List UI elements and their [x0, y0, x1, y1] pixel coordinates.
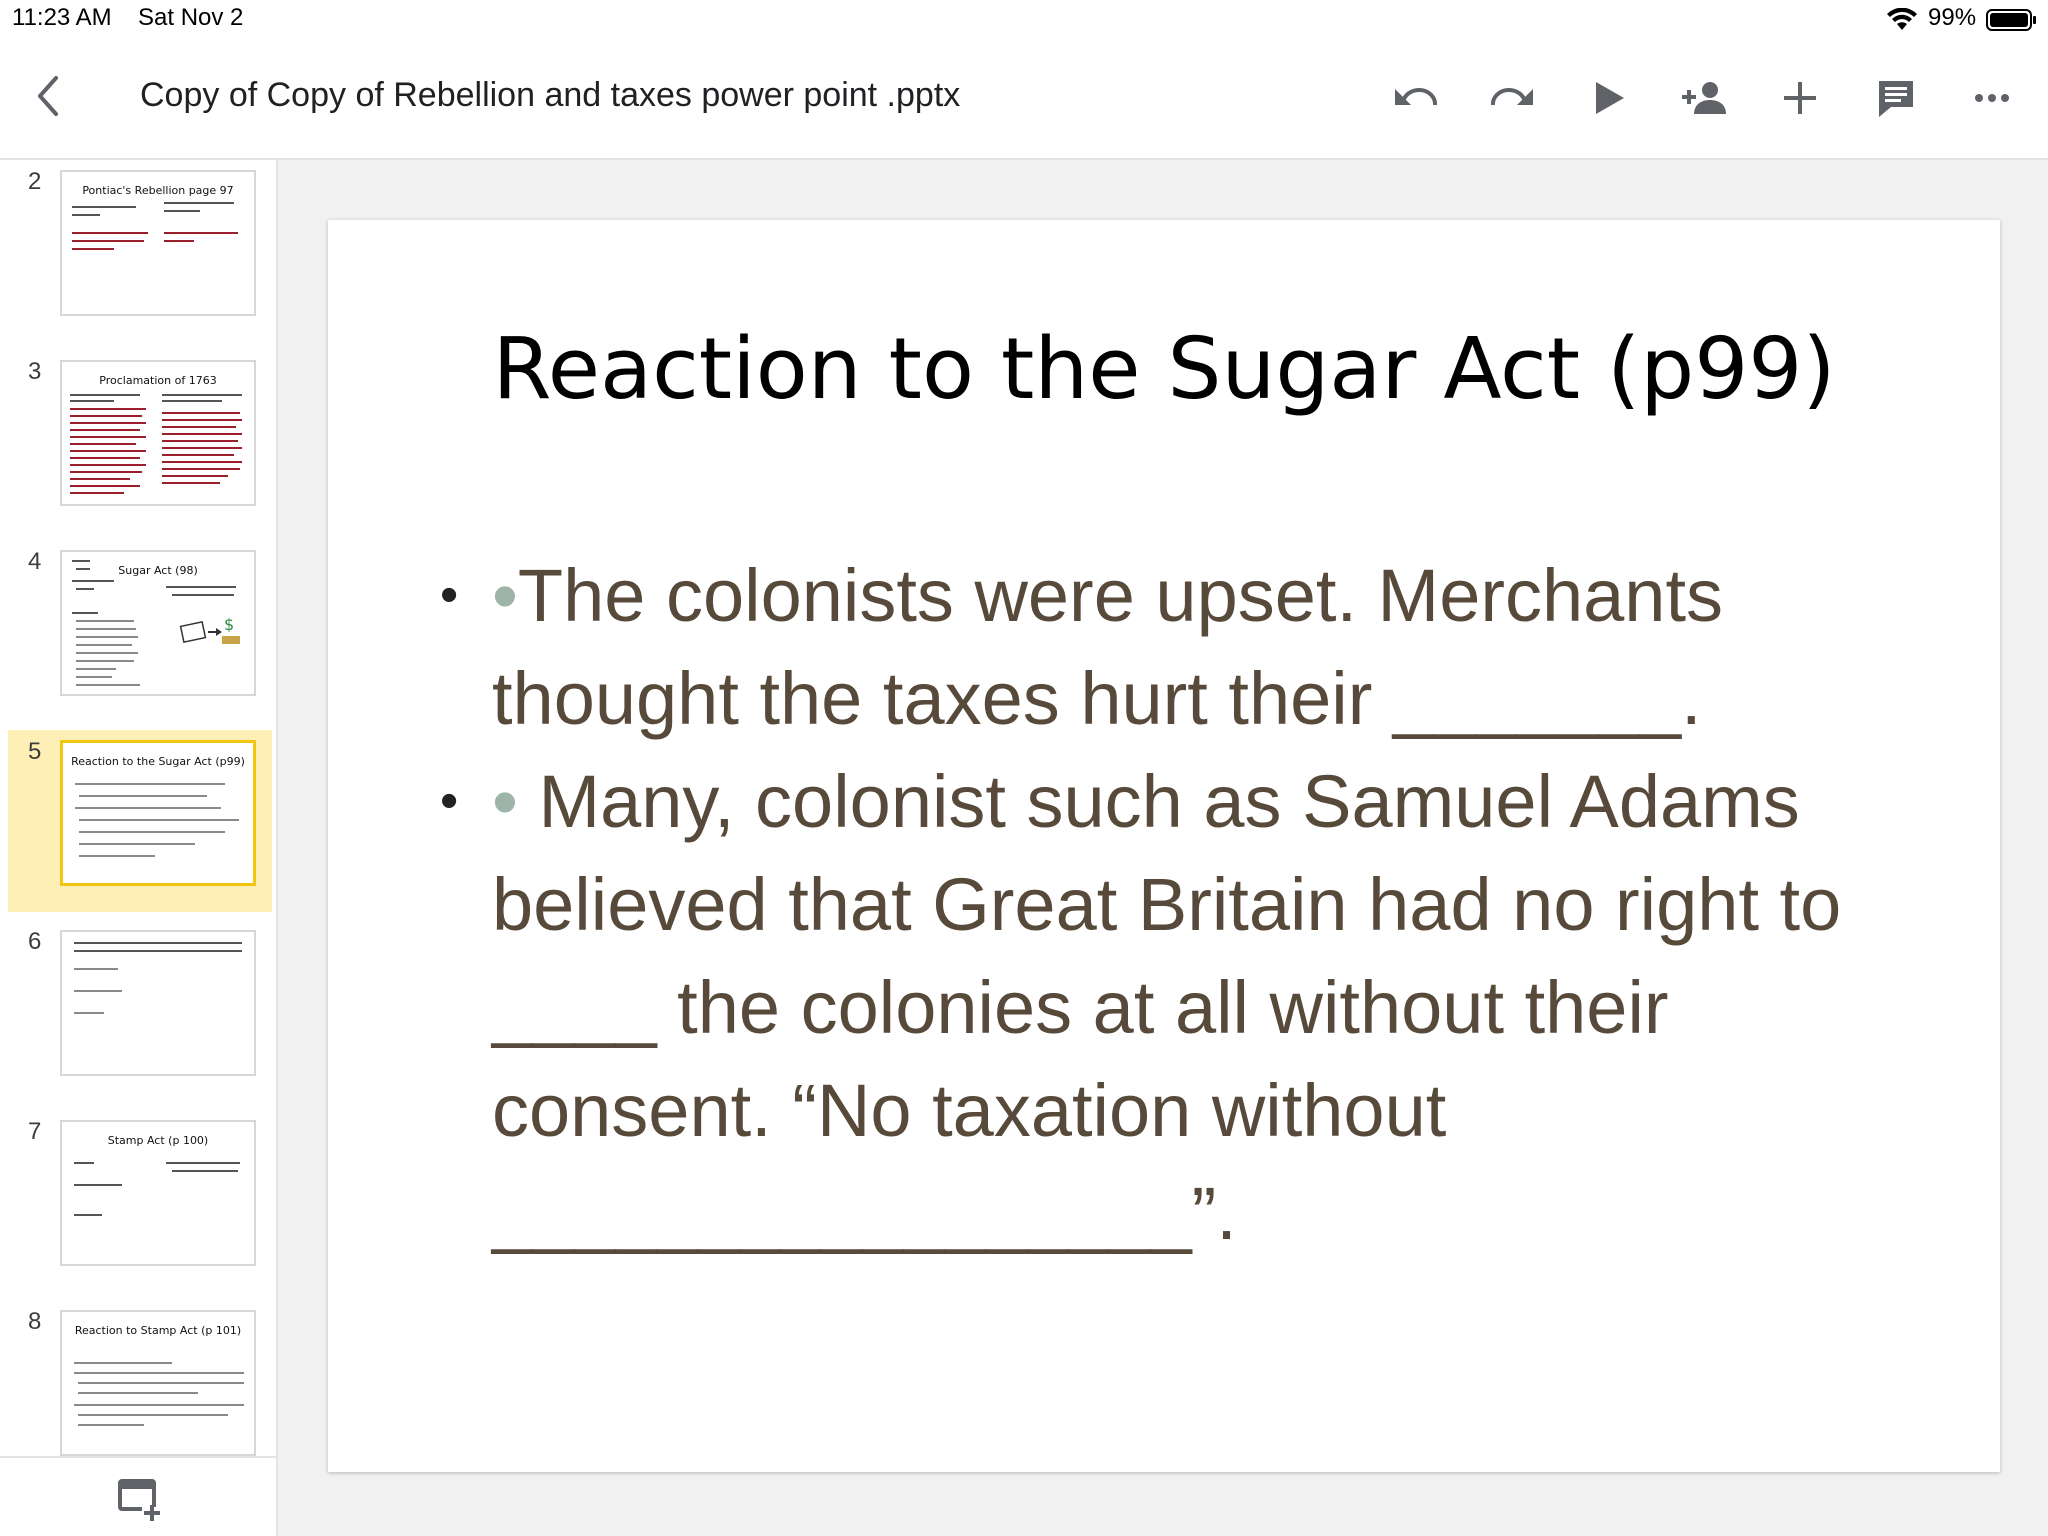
slide-preview: Pontiac's Rebellion page 97 [60, 170, 256, 316]
toolbar: Copy of Copy of Rebellion and taxes powe… [0, 40, 2048, 160]
money-bag-icon: $ [178, 614, 244, 653]
slide-number: 7 [28, 1118, 42, 1145]
bullet-dot: • [440, 566, 459, 624]
bullet-line: thought the taxes hurt their _______. [492, 657, 1702, 740]
slide-thumbnail-2[interactable]: 2 Pontiac's Rebellion page 97 [8, 160, 272, 342]
slide-number: 8 [28, 1308, 42, 1335]
share-button[interactable] [1676, 70, 1732, 126]
bullet-line: _________________”. [492, 1172, 1237, 1255]
slide-preview [60, 930, 256, 1076]
present-play-icon [1596, 82, 1624, 114]
slide-bullet-1[interactable]: • •The colonists were upset. Merchants t… [440, 544, 1942, 750]
slide-preview-title: Sugar Act (98) [118, 564, 198, 577]
back-button[interactable] [22, 70, 74, 122]
share-add-person-icon [1682, 82, 1726, 114]
bullet-line: consent. “No taxation without [492, 1069, 1447, 1152]
current-slide[interactable]: Reaction to the Sugar Act (p99) • •The c… [328, 220, 2000, 1472]
back-icon [38, 76, 58, 116]
status-date: Sat Nov 2 [138, 4, 244, 31]
redo-icon [1490, 88, 1533, 106]
slide-thumbnail-7[interactable]: 7 Stamp Act (p 100) [8, 1110, 272, 1292]
slide-preview: Proclamation of 1763 [60, 360, 256, 506]
slide-thumbnail-5[interactable]: 5 Reaction to the Sugar Act (p99) [8, 730, 272, 912]
undo-icon [1395, 88, 1438, 106]
slide-title[interactable]: Reaction to the Sugar Act (p99) [328, 320, 2000, 419]
slide-preview-title: Reaction to Stamp Act (p 101) [74, 1324, 242, 1337]
battery-icon [1986, 8, 2038, 37]
document-title[interactable]: Copy of Copy of Rebellion and taxes powe… [140, 76, 960, 115]
add-slide-icon [118, 1479, 162, 1521]
slide-number: 2 [28, 168, 42, 195]
slide-number: 5 [28, 738, 42, 765]
bullet-inner-dot: • [492, 760, 518, 843]
comment-button[interactable] [1868, 70, 1924, 126]
bullet-inner-dot: • [492, 554, 518, 637]
sidebar-footer [0, 1456, 276, 1536]
status-time: 11:23 AM [12, 4, 112, 31]
battery-percent: 99% [1928, 4, 1977, 31]
comment-icon [1879, 81, 1913, 117]
slide-thumbnail-8[interactable]: 8 Reaction to Stamp Act (p 101) [8, 1300, 272, 1482]
bullet-dot: • [440, 772, 459, 830]
bullet-line: believed that Great Britain had no right… [492, 863, 1842, 946]
slide-preview: Stamp Act (p 100) [60, 1120, 256, 1266]
bullet-line: ____ the colonies at all without their [492, 966, 1669, 1049]
slide-thumbnail-sidebar: 2 Pontiac's Rebellion page 97 3 Proclama… [0, 160, 278, 1536]
add-button[interactable] [1772, 70, 1828, 126]
slide-preview-title: Proclamation of 1763 [99, 374, 217, 387]
slide-preview: Reaction to Stamp Act (p 101) [60, 1310, 256, 1456]
more-options-button[interactable] [1964, 70, 2020, 126]
add-slide-button[interactable] [116, 1476, 164, 1524]
slide-thumbnail-4[interactable]: 4 Sugar Act (98) $ [8, 540, 272, 722]
slide-number: 3 [28, 358, 42, 385]
add-icon [1784, 82, 1816, 114]
wifi-icon [1886, 7, 1918, 37]
slide-preview: Sugar Act (98) $ [60, 550, 256, 696]
slide-thumbnail-6[interactable]: 6 [8, 920, 272, 1102]
slide-bullet-2[interactable]: • • Many, colonist such as Samuel Adams … [440, 750, 1942, 1265]
more-horizontal-icon [1975, 94, 2009, 102]
slide-preview: Reaction to the Sugar Act (p99) [60, 740, 256, 886]
slide-preview-title: Pontiac's Rebellion page 97 [82, 184, 234, 197]
svg-text:$: $ [224, 615, 234, 634]
slide-thumbnail-3[interactable]: 3 Proclamation of 1763 [8, 350, 272, 532]
present-button[interactable] [1580, 70, 1636, 126]
slide-number: 4 [28, 548, 42, 575]
slide-preview-title: Reaction to the Sugar Act (p99) [71, 755, 245, 768]
slide-number: 6 [28, 928, 42, 955]
slide-canvas: Reaction to the Sugar Act (p99) • •The c… [278, 160, 2048, 1536]
slide-preview-title: Stamp Act (p 100) [107, 1134, 209, 1147]
status-bar: 11:23 AM Sat Nov 2 99% [0, 0, 2048, 40]
redo-button[interactable] [1484, 70, 1540, 126]
undo-button[interactable] [1388, 70, 1444, 126]
bullet-line: The colonists were upset. Merchants [517, 554, 1724, 637]
bullet-line: Many, colonist such as Samuel Adams [517, 760, 1800, 843]
